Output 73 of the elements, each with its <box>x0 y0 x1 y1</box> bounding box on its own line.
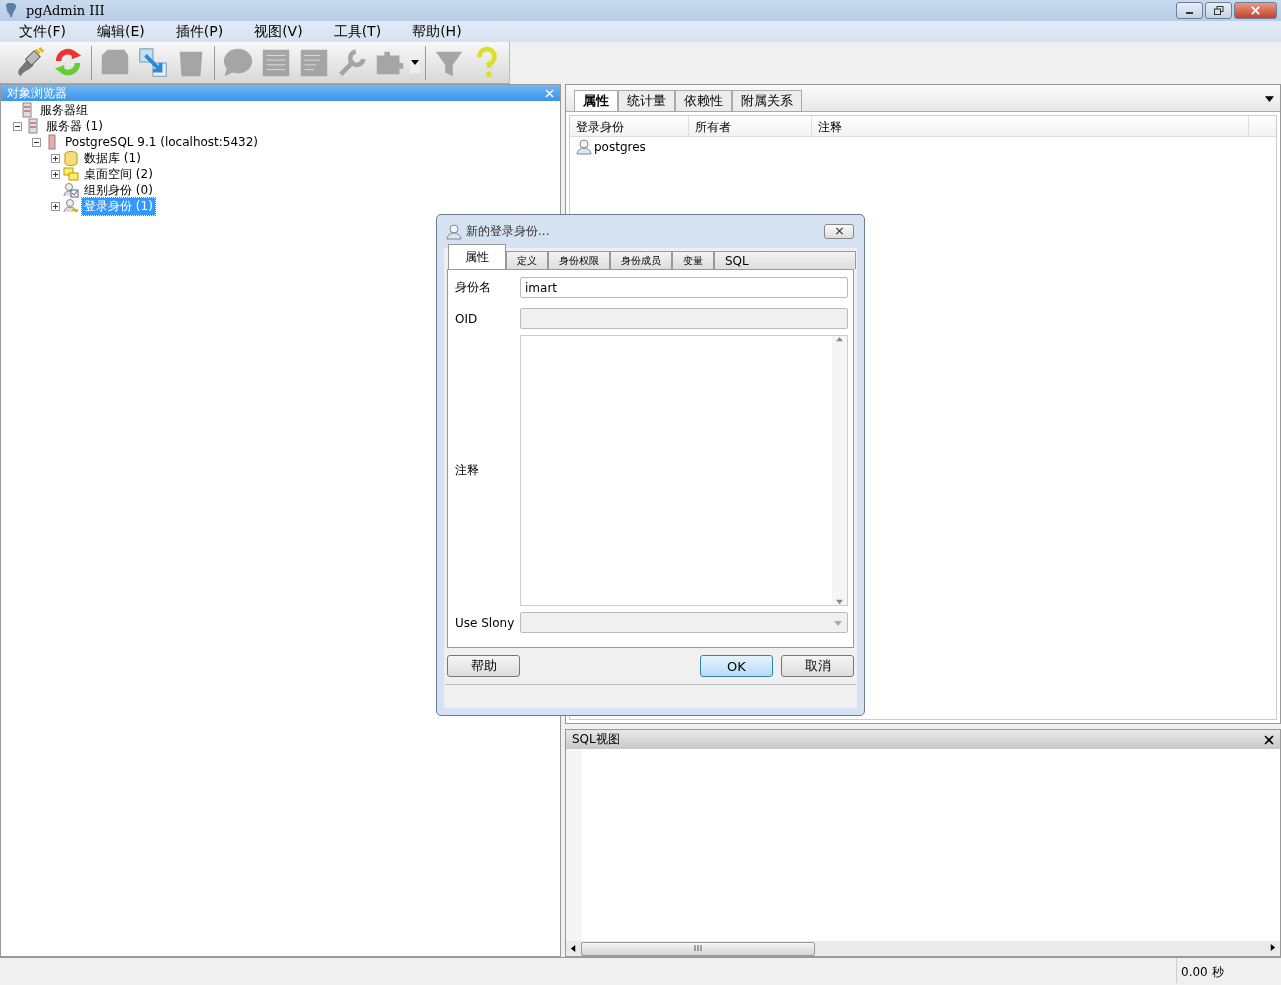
close-icon[interactable] <box>1264 734 1274 745</box>
tab[interactable]: 依赖性 <box>675 90 732 111</box>
user-icon <box>446 223 462 240</box>
field-label: 身份名 <box>455 279 492 296</box>
restore-icon <box>1213 6 1224 15</box>
elapsed-time: 0.00 秒 <box>1176 958 1281 983</box>
scrollbar[interactable] <box>832 336 847 605</box>
tree-item[interactable]: PostgreSQL 9.1 (localhost:5432) <box>63 135 261 149</box>
scroll-down-icon[interactable] <box>836 598 843 605</box>
scroll-up-icon[interactable] <box>836 336 843 343</box>
menu-item[interactable]: 视图(V) <box>253 22 304 41</box>
tab[interactable]: 变量 <box>672 251 714 269</box>
collapse-icon[interactable] <box>13 121 22 131</box>
menu-item[interactable]: 帮助(H) <box>411 22 463 41</box>
tab[interactable]: 属性 <box>574 90 618 111</box>
server-group-icon <box>19 102 35 118</box>
tab[interactable]: 统计量 <box>618 90 675 111</box>
tab[interactable]: 身份成员 <box>610 251 672 269</box>
tab[interactable]: 定义 <box>506 251 548 269</box>
pane-title: 对象浏览器 <box>7 84 67 102</box>
dropdown-arrow-icon <box>834 618 842 627</box>
tree-item[interactable]: 数据库 (1) <box>82 149 143 167</box>
menu-item[interactable]: 文件(F) <box>18 22 67 41</box>
menu-item[interactable]: 工具(T) <box>332 22 383 41</box>
restore-button[interactable] <box>1205 2 1232 19</box>
tab[interactable]: 附属关系 <box>732 90 802 111</box>
transfer-icon[interactable] <box>136 45 170 80</box>
tab[interactable]: 属性 <box>448 244 506 269</box>
tab[interactable]: 身份权限 <box>548 251 610 269</box>
minimize-button[interactable] <box>1176 2 1203 19</box>
field-label: OID <box>455 311 479 326</box>
scrollbar[interactable] <box>566 941 1280 956</box>
column-header[interactable]: 注释 <box>812 116 1249 136</box>
text-field[interactable]: imart <box>520 277 848 298</box>
column-header[interactable]: 登录身份 <box>570 116 689 136</box>
field-label: Use Slony <box>455 615 516 630</box>
close-button[interactable] <box>824 224 854 239</box>
help-button[interactable]: 帮助 <box>447 655 520 677</box>
cancel-button[interactable]: 取消 <box>781 655 854 677</box>
ok-button[interactable]: OK <box>700 655 773 677</box>
tablespace-icon <box>63 166 79 182</box>
dropdown-field[interactable] <box>520 612 848 633</box>
window-title: pgAdmin III <box>26 3 105 18</box>
menu-item[interactable]: 插件(P) <box>174 22 225 41</box>
server-icon <box>25 118 41 134</box>
tree-item[interactable]: 组别身份 (0) <box>82 181 155 199</box>
field-label: 注释 <box>455 462 480 479</box>
menu-item[interactable]: 编辑(E) <box>96 22 146 41</box>
tree-item[interactable]: 服务器组 <box>38 101 90 119</box>
expand-icon[interactable] <box>51 169 60 179</box>
pane-title: SQL视图 <box>572 731 620 748</box>
close-button[interactable] <box>1234 2 1277 19</box>
column-header[interactable]: 所有者 <box>689 116 812 136</box>
dropdown-arrow-icon[interactable] <box>1265 93 1274 103</box>
scroll-right-icon[interactable] <box>1269 944 1276 951</box>
tree-item[interactable]: 桌面空间 (2) <box>82 165 155 183</box>
expand-icon[interactable] <box>51 153 60 163</box>
expand-icon[interactable] <box>51 201 60 211</box>
group-role-icon <box>63 182 79 198</box>
database-icon <box>63 150 79 166</box>
login-role-icon <box>63 198 79 214</box>
collapse-icon[interactable] <box>32 137 41 147</box>
elephant-icon <box>4 2 18 19</box>
scroll-left-icon[interactable] <box>570 945 577 952</box>
dialog-title: 新的登录身份... <box>466 223 550 240</box>
list-item[interactable]: postgres <box>594 140 646 154</box>
grip-icon <box>694 944 702 951</box>
tree-item[interactable]: 服务器 (1) <box>44 117 105 135</box>
close-icon <box>1251 6 1260 15</box>
tab[interactable]: SQL <box>714 251 856 269</box>
scroll-thumb[interactable] <box>581 941 815 956</box>
user-icon <box>576 139 592 155</box>
close-icon <box>834 227 844 235</box>
